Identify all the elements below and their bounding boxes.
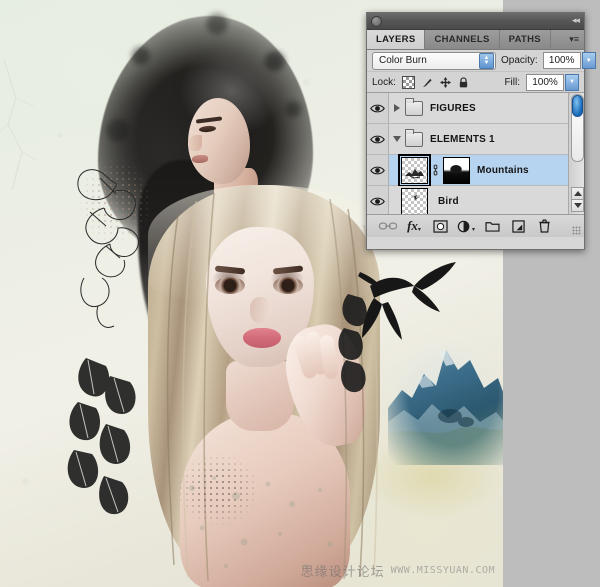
chevron-right-icon bbox=[394, 104, 400, 112]
new-group-icon bbox=[484, 222, 500, 232]
new-adjustment-layer-icon bbox=[457, 220, 470, 232]
panel-tab-strip[interactable]: LAYERS CHANNELS PATHS ▾≡ bbox=[367, 30, 584, 50]
thumbnail-bird-shape bbox=[414, 194, 419, 200]
visibility-toggle-figures[interactable] bbox=[367, 93, 389, 123]
layer-name-bird[interactable]: Bird bbox=[438, 196, 459, 207]
collapse-to-icons-icon[interactable]: ◂◂ bbox=[572, 15, 580, 26]
adjustment-chevron-down-icon: ▾ bbox=[471, 227, 475, 233]
lock-all-icon[interactable] bbox=[458, 76, 469, 88]
group-disclosure-elements-1[interactable] bbox=[389, 136, 405, 142]
layer-row-elements-1[interactable]: ELEMENTS 1 bbox=[367, 124, 584, 155]
fill-label: Fill: bbox=[504, 76, 520, 88]
layer-row-mountains[interactable]: Mountains bbox=[367, 153, 584, 187]
layer-thumbnail-bird[interactable] bbox=[401, 187, 428, 214]
chevron-down-icon bbox=[393, 136, 401, 142]
thumbnail-mountain-shape bbox=[405, 168, 424, 179]
caret-down-icon bbox=[573, 203, 582, 208]
panel-menu-icon[interactable]: ▾≡ bbox=[569, 35, 579, 44]
lock-image-pixels-icon[interactable] bbox=[422, 77, 433, 88]
blonde-neck bbox=[226, 361, 294, 431]
watermark-chinese: 思缘设计论坛 bbox=[300, 565, 385, 580]
mask-link-icon[interactable] bbox=[431, 163, 440, 177]
visibility-toggle-mountains[interactable] bbox=[367, 155, 389, 185]
watercolor-mountain-element bbox=[388, 350, 503, 465]
layer-name-elements-1[interactable]: ELEMENTS 1 bbox=[430, 134, 495, 145]
eye-icon bbox=[370, 135, 385, 143]
folder-icon-elements-1 bbox=[405, 128, 423, 147]
tab-paths[interactable]: PATHS bbox=[499, 30, 551, 49]
blend-mode-value: Color Burn bbox=[379, 55, 427, 66]
opacity-label: Opacity: bbox=[501, 55, 538, 66]
scrollbar-thumb[interactable] bbox=[571, 94, 584, 162]
eye-icon bbox=[370, 197, 385, 205]
halftone-dot-texture-bottom bbox=[178, 455, 258, 525]
layers-panel-footer[interactable]: fx ▾ ▾ bbox=[367, 215, 584, 237]
blend-mode-row[interactable]: Color Burn ▲ ▼ Opacity: 100% ▼ bbox=[367, 50, 596, 72]
opacity-slider-chevron-icon[interactable]: ▼ bbox=[581, 52, 596, 69]
blend-mode-chevron-icon[interactable]: ▲ ▼ bbox=[479, 52, 494, 69]
lock-row[interactable]: Lock: Fill: 100% ▼ bbox=[367, 72, 584, 93]
new-group-button[interactable] bbox=[479, 216, 505, 236]
eye-icon bbox=[370, 104, 385, 112]
blonde-nose bbox=[250, 297, 270, 323]
panel-resize-grip[interactable] bbox=[572, 226, 581, 235]
layer-style-button[interactable]: fx ▾ bbox=[401, 216, 427, 236]
watermark: 思缘设计论坛 WWW.MISSYUAN.COM bbox=[301, 561, 495, 580]
watermark-url: WWW.MISSYUAN.COM bbox=[390, 565, 495, 576]
panel-titlebar[interactable]: ◂◂ bbox=[367, 13, 584, 30]
layers-panel[interactable]: ◂◂ LAYERS CHANNELS PATHS ▾≡ Color Burn ▲… bbox=[366, 12, 596, 250]
new-layer-button[interactable] bbox=[505, 216, 531, 236]
fill-control[interactable]: 100% ▼ bbox=[526, 73, 579, 91]
eye-icon bbox=[370, 166, 385, 174]
opacity-input[interactable]: 100% bbox=[542, 52, 581, 69]
group-disclosure-figures[interactable] bbox=[389, 104, 405, 112]
caret-up-icon bbox=[573, 191, 582, 196]
link-layers-button[interactable] bbox=[375, 216, 401, 236]
folder-icon-figures bbox=[405, 97, 423, 116]
add-layer-mask-button[interactable] bbox=[427, 216, 453, 236]
fx-chevron-down-icon: ▾ bbox=[417, 227, 421, 233]
visibility-toggle-bird[interactable] bbox=[367, 186, 389, 214]
scroll-down-button[interactable] bbox=[571, 199, 584, 212]
tab-strip-filler: ▾≡ bbox=[550, 30, 584, 49]
tab-channels-label: CHANNELS bbox=[434, 34, 490, 45]
blonde-lips bbox=[243, 328, 281, 348]
layers-vertical-scrollbar[interactable] bbox=[568, 93, 584, 214]
layer-mask-thumbnail-mountains[interactable] bbox=[443, 156, 470, 184]
delete-layer-icon bbox=[538, 219, 550, 233]
lock-label: Lock: bbox=[372, 76, 396, 88]
artwork-figure-blonde bbox=[140, 185, 400, 587]
delete-layer-button[interactable] bbox=[531, 216, 557, 236]
brunette-lips bbox=[192, 155, 208, 163]
add-layer-mask-icon bbox=[432, 219, 448, 233]
tab-channels[interactable]: CHANNELS bbox=[425, 30, 500, 49]
new-layer-icon bbox=[511, 219, 525, 233]
visibility-toggle-elements-1[interactable] bbox=[367, 124, 389, 154]
lock-transparent-pixels-icon[interactable] bbox=[401, 75, 415, 89]
layer-row-figures[interactable]: FIGURES bbox=[367, 93, 584, 124]
fill-input[interactable]: 100% bbox=[526, 73, 564, 91]
blonde-eye-right bbox=[273, 277, 303, 294]
blonde-eye-left bbox=[215, 277, 245, 294]
layers-list[interactable]: FIGURES ELEMENTS 1 Mountains Bird bbox=[367, 93, 584, 215]
tab-paths-label: PATHS bbox=[508, 34, 541, 45]
new-adjustment-layer-button[interactable]: ▾ bbox=[453, 216, 479, 236]
blend-mode-select[interactable]: Color Burn ▲ ▼ bbox=[372, 51, 496, 70]
fill-slider-chevron-icon[interactable]: ▼ bbox=[565, 73, 579, 91]
tab-layers[interactable]: LAYERS bbox=[367, 30, 426, 49]
link-layers-icon bbox=[378, 222, 398, 230]
brunette-nose bbox=[188, 135, 202, 151]
layer-thumbnail-mountains[interactable] bbox=[398, 153, 431, 187]
lock-position-icon[interactable] bbox=[439, 76, 451, 88]
tab-layers-label: LAYERS bbox=[376, 34, 416, 45]
lock-buttons[interactable] bbox=[401, 75, 469, 89]
layer-style-fx-icon: fx bbox=[407, 218, 418, 233]
layer-row-bird[interactable]: Bird bbox=[367, 186, 584, 214]
layer-name-figures[interactable]: FIGURES bbox=[430, 103, 476, 114]
opacity-control[interactable]: 100% ▼ bbox=[542, 52, 596, 69]
panel-close-dot-icon[interactable] bbox=[371, 16, 382, 27]
layer-name-mountains[interactable]: Mountains bbox=[477, 165, 529, 176]
